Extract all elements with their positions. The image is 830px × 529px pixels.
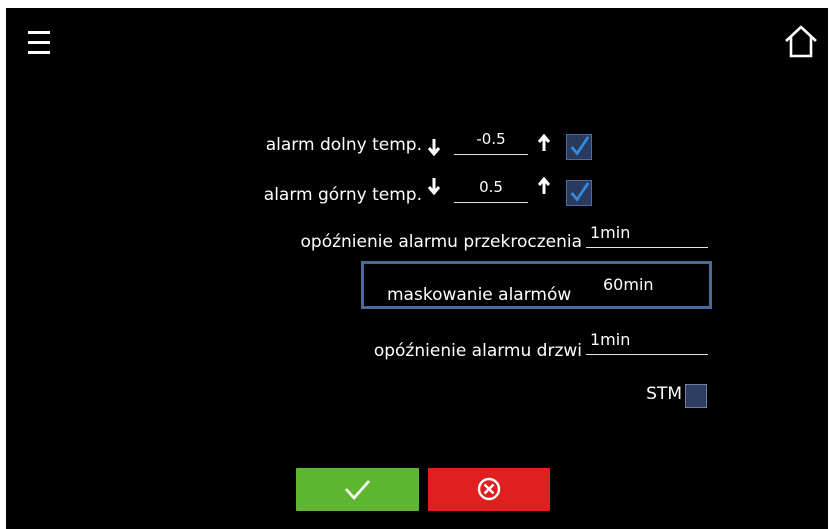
high-temp-alarm-value[interactable]: 0.5 xyxy=(454,176,528,203)
low-temp-alarm-label: alarm dolny temp. xyxy=(265,135,422,155)
arrow-down-icon[interactable] xyxy=(427,138,441,156)
low-temp-alarm-value[interactable]: -0.5 xyxy=(454,128,528,155)
door-delay-label: opóźnienie alarmu drzwi xyxy=(373,341,582,361)
screen: alarm dolny temp. -0.5 alarm górny temp.… xyxy=(6,8,828,529)
stm-checkbox[interactable] xyxy=(685,384,707,408)
home-icon[interactable] xyxy=(782,22,820,60)
high-temp-alarm-checkbox[interactable] xyxy=(566,180,592,206)
arrow-down-icon[interactable] xyxy=(427,177,441,195)
arrow-up-icon[interactable] xyxy=(537,134,551,152)
masking-alarms-highlight[interactable]: maskowanie alarmów 60min xyxy=(361,261,712,309)
masking-alarms-label: maskowanie alarmów xyxy=(387,285,572,305)
high-temp-alarm-label: alarm górny temp. xyxy=(263,185,422,205)
checkmark-icon xyxy=(345,480,370,500)
low-temp-alarm-checkbox[interactable] xyxy=(566,134,592,160)
masking-alarms-value[interactable]: 60min xyxy=(603,275,654,294)
exceed-delay-value[interactable]: 1min xyxy=(586,222,708,248)
circle-x-icon xyxy=(477,477,501,501)
exceed-delay-label: opóźnienie alarmu przekroczenia xyxy=(300,232,583,252)
stm-label: STM xyxy=(646,384,682,404)
confirm-button[interactable] xyxy=(296,468,419,511)
hamburger-menu-icon[interactable] xyxy=(28,28,54,58)
arrow-up-icon[interactable] xyxy=(537,177,551,195)
cancel-button[interactable] xyxy=(428,468,550,511)
door-delay-value[interactable]: 1min xyxy=(586,329,708,355)
